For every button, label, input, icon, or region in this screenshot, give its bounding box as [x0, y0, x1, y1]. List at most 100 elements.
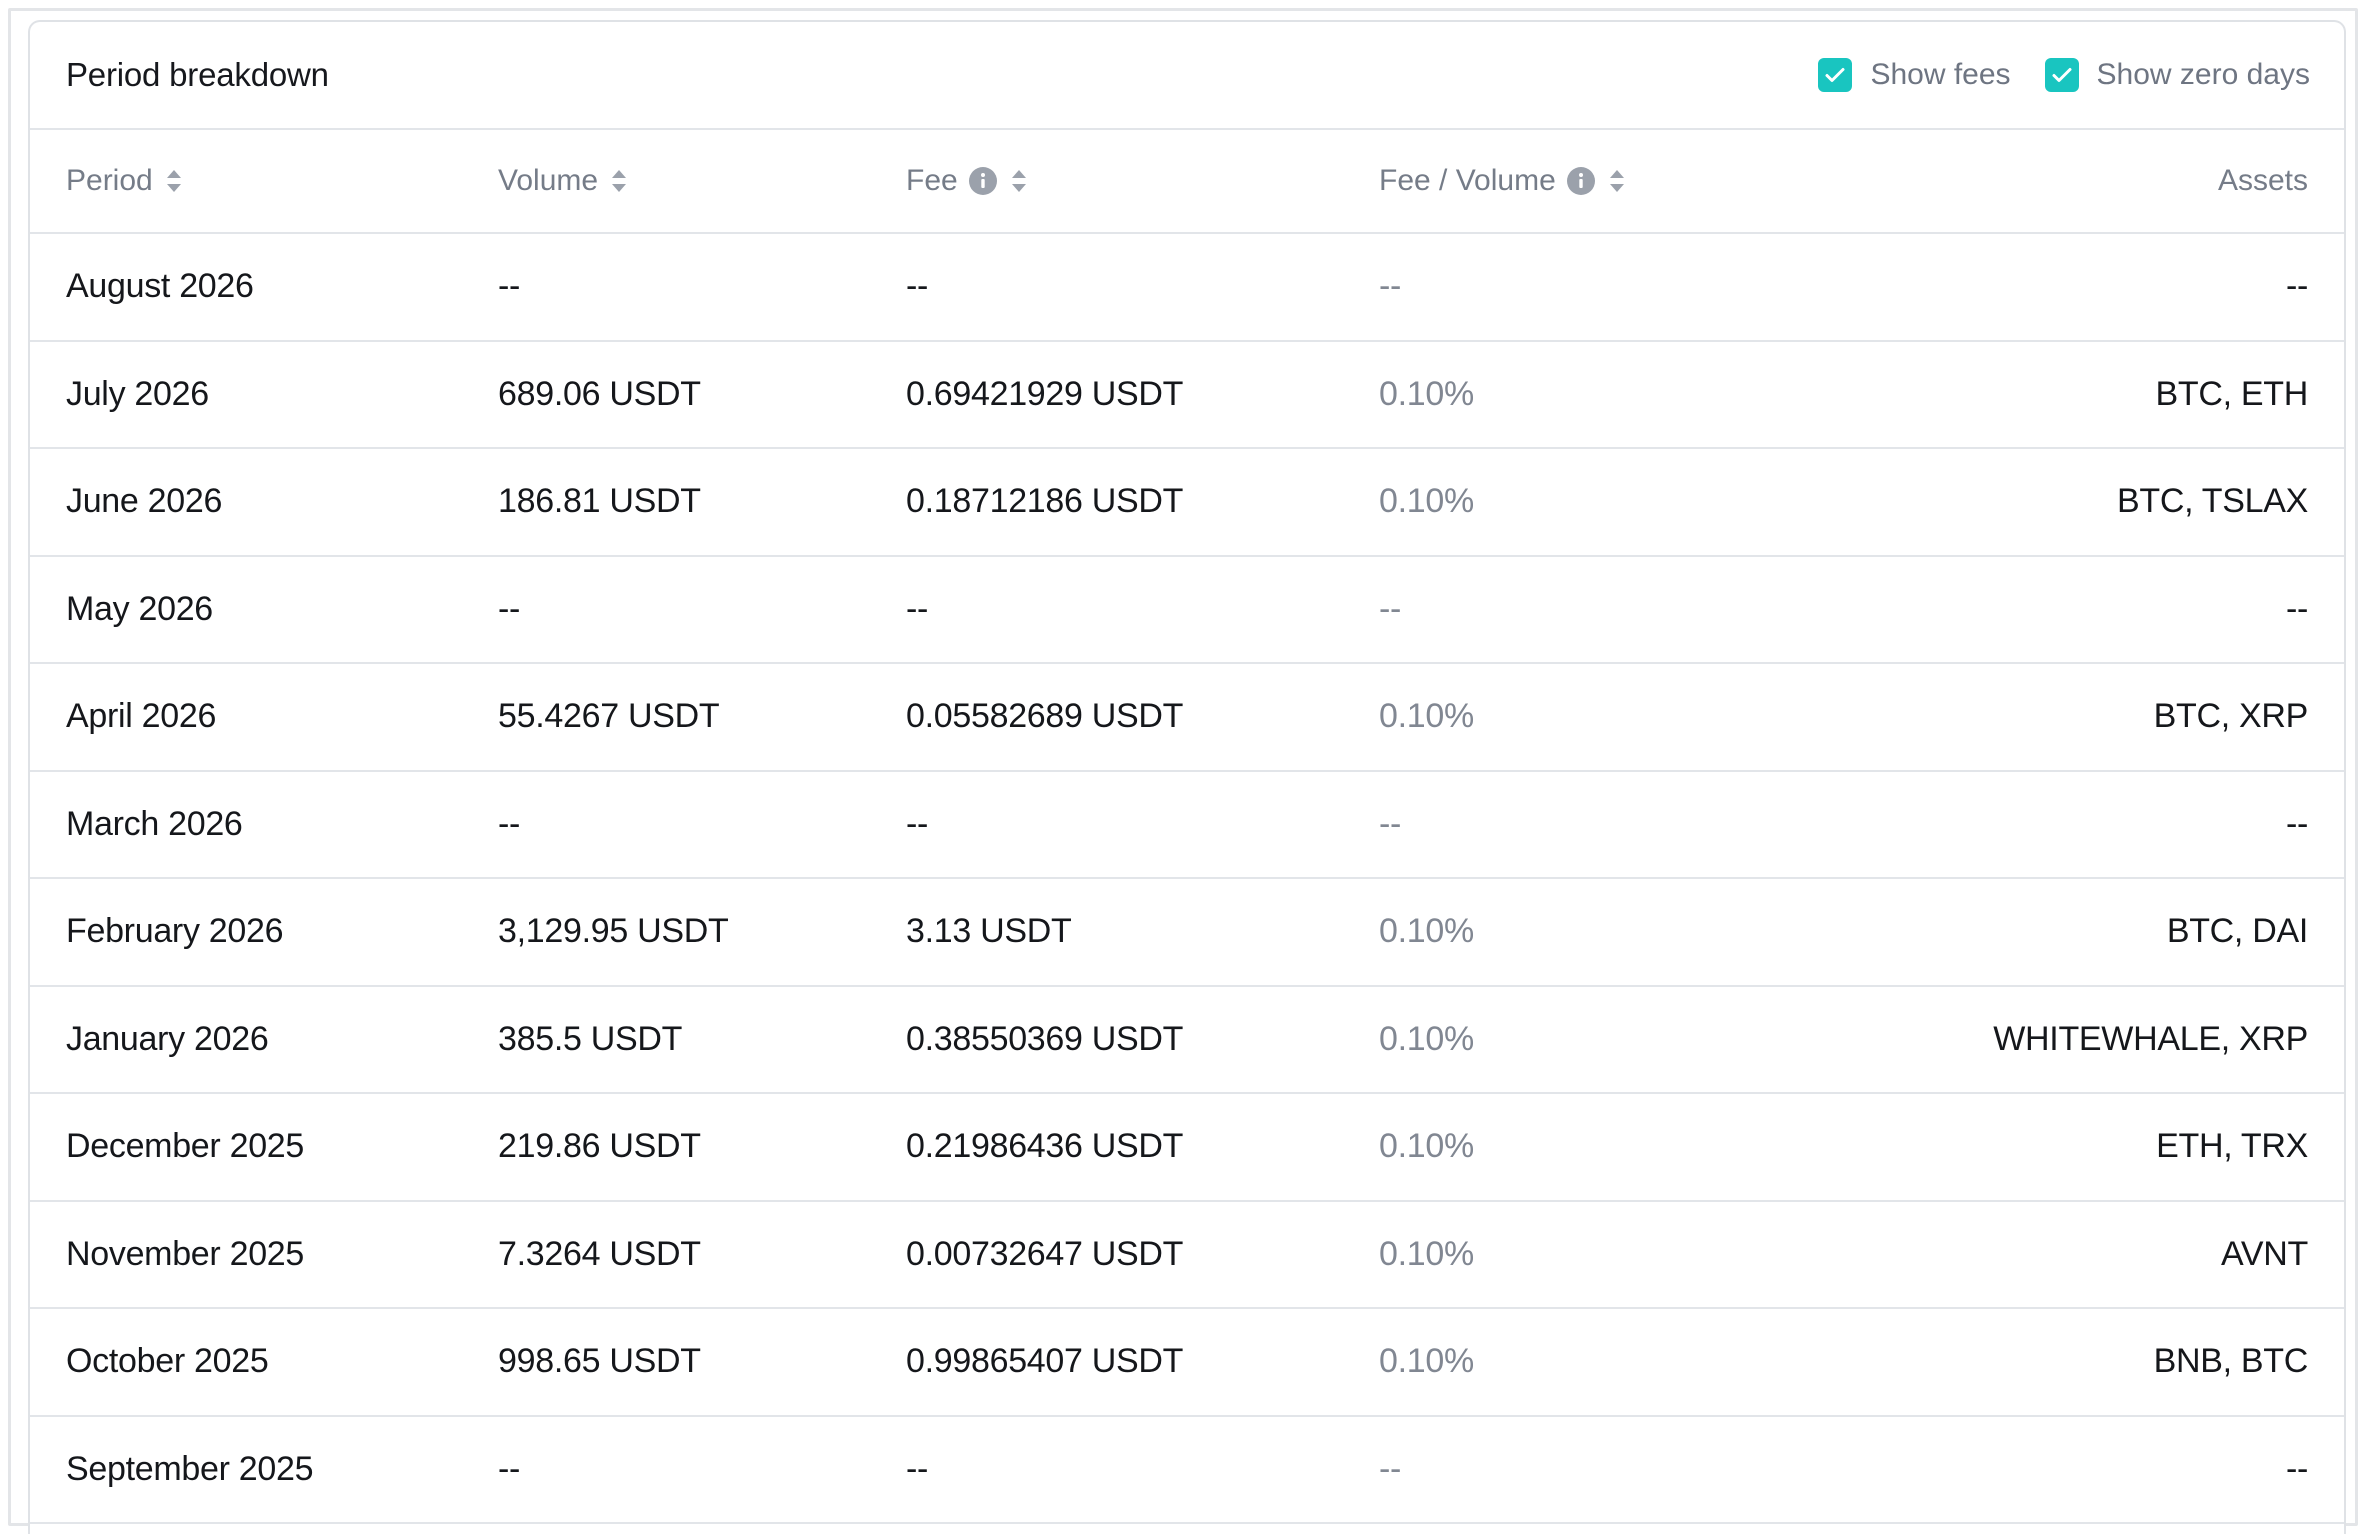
- check-icon: [1825, 68, 1845, 82]
- cell-volume: --: [498, 267, 521, 306]
- show-zero-days-label: Show zero days: [2096, 58, 2310, 91]
- cell-period: May 2026: [66, 589, 213, 628]
- sort-icon[interactable]: [165, 168, 183, 194]
- cell-volume: 689.06 USDT: [498, 374, 701, 413]
- table-row: June 2026 186.81 USDT 0.18712186 USDT 0.10%…: [30, 448, 2344, 556]
- cell-period: November 2025: [66, 1234, 305, 1273]
- cell-period: October 2025: [66, 1342, 269, 1381]
- show-zero-days-checkbox[interactable]: [2044, 58, 2079, 92]
- cell-fee: 3.13 USDT: [906, 912, 1072, 951]
- table-row: October 2025 998.65 USDT 0.99865407 USDT 0.…: [30, 1308, 2344, 1416]
- cell-fee-volume: --: [1379, 804, 1402, 843]
- cell-fee: --: [906, 589, 929, 628]
- cell-period: March 2026: [66, 804, 243, 843]
- period-breakdown-card: Period breakdown Show fees Show zero day…: [28, 20, 2346, 1534]
- cell-assets: --: [2285, 1449, 2308, 1488]
- table-row: December 2025 219.86 USDT 0.21986436 USDT 0…: [30, 1093, 2344, 1201]
- cell-fee: --: [906, 267, 929, 306]
- cell-fee: 0.69421929 USDT: [906, 374, 1184, 413]
- show-zero-days-toggle[interactable]: Show zero days: [2044, 58, 2310, 92]
- cell-assets: BTC, DAI: [2166, 912, 2308, 951]
- show-fees-checkbox[interactable]: [1818, 58, 1853, 92]
- cell-fee-volume: 0.10%: [1379, 697, 1474, 736]
- cell-volume: 385.5 USDT: [498, 1019, 683, 1058]
- cell-volume: 998.65 USDT: [498, 1342, 701, 1381]
- cell-volume: --: [498, 804, 521, 843]
- sort-icon[interactable]: [1608, 168, 1626, 194]
- column-header-assets: Assets: [1879, 130, 2344, 233]
- cell-fee-volume: --: [1379, 589, 1402, 628]
- column-label: Period: [66, 164, 153, 197]
- cell-period: January 2026: [66, 1019, 269, 1058]
- info-icon[interactable]: [1566, 166, 1596, 196]
- column-label: Assets: [2217, 164, 2308, 197]
- column-label: Fee / Volume: [1379, 164, 1556, 197]
- cell-period: June 2026: [66, 482, 223, 521]
- cell-assets: BTC, ETH: [2155, 374, 2309, 413]
- sort-icon[interactable]: [610, 168, 628, 194]
- cell-fee-volume: 0.10%: [1379, 374, 1474, 413]
- table-row: September 2025 -- -- -- --: [30, 1416, 2344, 1523]
- cell-fee-volume: 0.10%: [1379, 482, 1474, 521]
- column-header-fee[interactable]: Fee: [906, 130, 1379, 233]
- cell-period: July 2026: [66, 374, 209, 413]
- cell-period: September 2025: [66, 1449, 314, 1488]
- cell-fee-volume: 0.10%: [1379, 1234, 1474, 1273]
- column-label: Fee: [906, 164, 958, 197]
- column-header-fee-volume[interactable]: Fee / Volume: [1379, 130, 1879, 233]
- column-header-period[interactable]: Period: [30, 130, 498, 233]
- cell-assets: ETH, TRX: [2156, 1127, 2308, 1166]
- cell-fee: 0.38550369 USDT: [906, 1019, 1184, 1058]
- cell-period: August 2026: [66, 267, 254, 306]
- table-row: March 2026 -- -- -- --: [30, 771, 2344, 878]
- table-header-row: Period Volume Fee Fee / Volume Assets: [30, 130, 2344, 233]
- cell-assets: --: [2285, 804, 2308, 843]
- cell-volume: --: [498, 1449, 521, 1488]
- cell-fee: --: [906, 804, 929, 843]
- cell-volume: 186.81 USDT: [498, 482, 701, 521]
- table-row: November 2025 7.3264 USDT 0.00732647 USDT 0…: [30, 1201, 2344, 1308]
- cell-fee-volume: 0.10%: [1379, 1019, 1474, 1058]
- card-title: Period breakdown: [66, 56, 329, 93]
- cell-fee-volume: 0.10%: [1379, 912, 1474, 951]
- table-row: May 2026 -- -- -- --: [30, 556, 2344, 663]
- cell-fee: 0.21986436 USDT: [906, 1127, 1184, 1166]
- cell-volume: 55.4267 USDT: [498, 697, 720, 736]
- cell-fee: 0.00732647 USDT: [906, 1234, 1184, 1273]
- sort-icon[interactable]: [1010, 168, 1028, 194]
- cell-fee-volume: 0.10%: [1379, 1342, 1474, 1381]
- cell-assets: WHITEWHALE, XRP: [1993, 1019, 2308, 1058]
- info-icon[interactable]: [968, 166, 998, 196]
- cell-volume: 3,129.95 USDT: [498, 912, 729, 951]
- show-fees-label: Show fees: [1870, 58, 2011, 91]
- cell-fee-volume: --: [1379, 1449, 1402, 1488]
- cell-fee-volume: 0.10%: [1379, 1127, 1474, 1166]
- cell-period: February 2026: [66, 912, 284, 951]
- table-body: August 2026 -- -- -- -- July 2026 689.06 USDT 0…: [30, 233, 2344, 1523]
- column-header-volume[interactable]: Volume: [498, 130, 906, 233]
- cell-period: April 2026: [66, 697, 217, 736]
- cell-fee: 0.99865407 USDT: [906, 1342, 1184, 1381]
- table-row: January 2026 385.5 USDT 0.38550369 USDT 0.1…: [30, 986, 2344, 1093]
- cell-volume: 7.3264 USDT: [498, 1234, 701, 1273]
- period-table: Period Volume Fee Fee / Volume Assets Au…: [30, 130, 2344, 1524]
- cell-volume: 219.86 USDT: [498, 1127, 701, 1166]
- show-fees-toggle[interactable]: Show fees: [1818, 58, 2011, 92]
- table-row: February 2026 3,129.95 USDT 3.13 USDT 0.10%…: [30, 878, 2344, 986]
- cell-period: December 2025: [66, 1127, 305, 1166]
- table-row: July 2026 689.06 USDT 0.69421929 USDT 0.10%…: [30, 341, 2344, 448]
- cell-fee: 0.05582689 USDT: [906, 697, 1184, 736]
- toggle-group: Show fees Show zero days: [1784, 58, 2310, 92]
- cell-assets: BTC, XRP: [2153, 697, 2309, 736]
- card-header: Period breakdown Show fees Show zero day…: [30, 22, 2344, 130]
- cell-assets: BNB, BTC: [2153, 1342, 2309, 1381]
- cell-assets: BTC, TSLAX: [2117, 482, 2308, 521]
- cell-assets: --: [2285, 589, 2308, 628]
- cell-assets: AVNT: [2221, 1234, 2308, 1273]
- cell-fee-volume: --: [1379, 267, 1402, 306]
- table-row: August 2026 -- -- -- --: [30, 233, 2344, 341]
- check-icon: [2052, 68, 2072, 82]
- cell-volume: --: [498, 589, 521, 628]
- table-row: April 2026 55.4267 USDT 0.05582689 USDT 0.1…: [30, 663, 2344, 771]
- column-label: Volume: [498, 164, 599, 197]
